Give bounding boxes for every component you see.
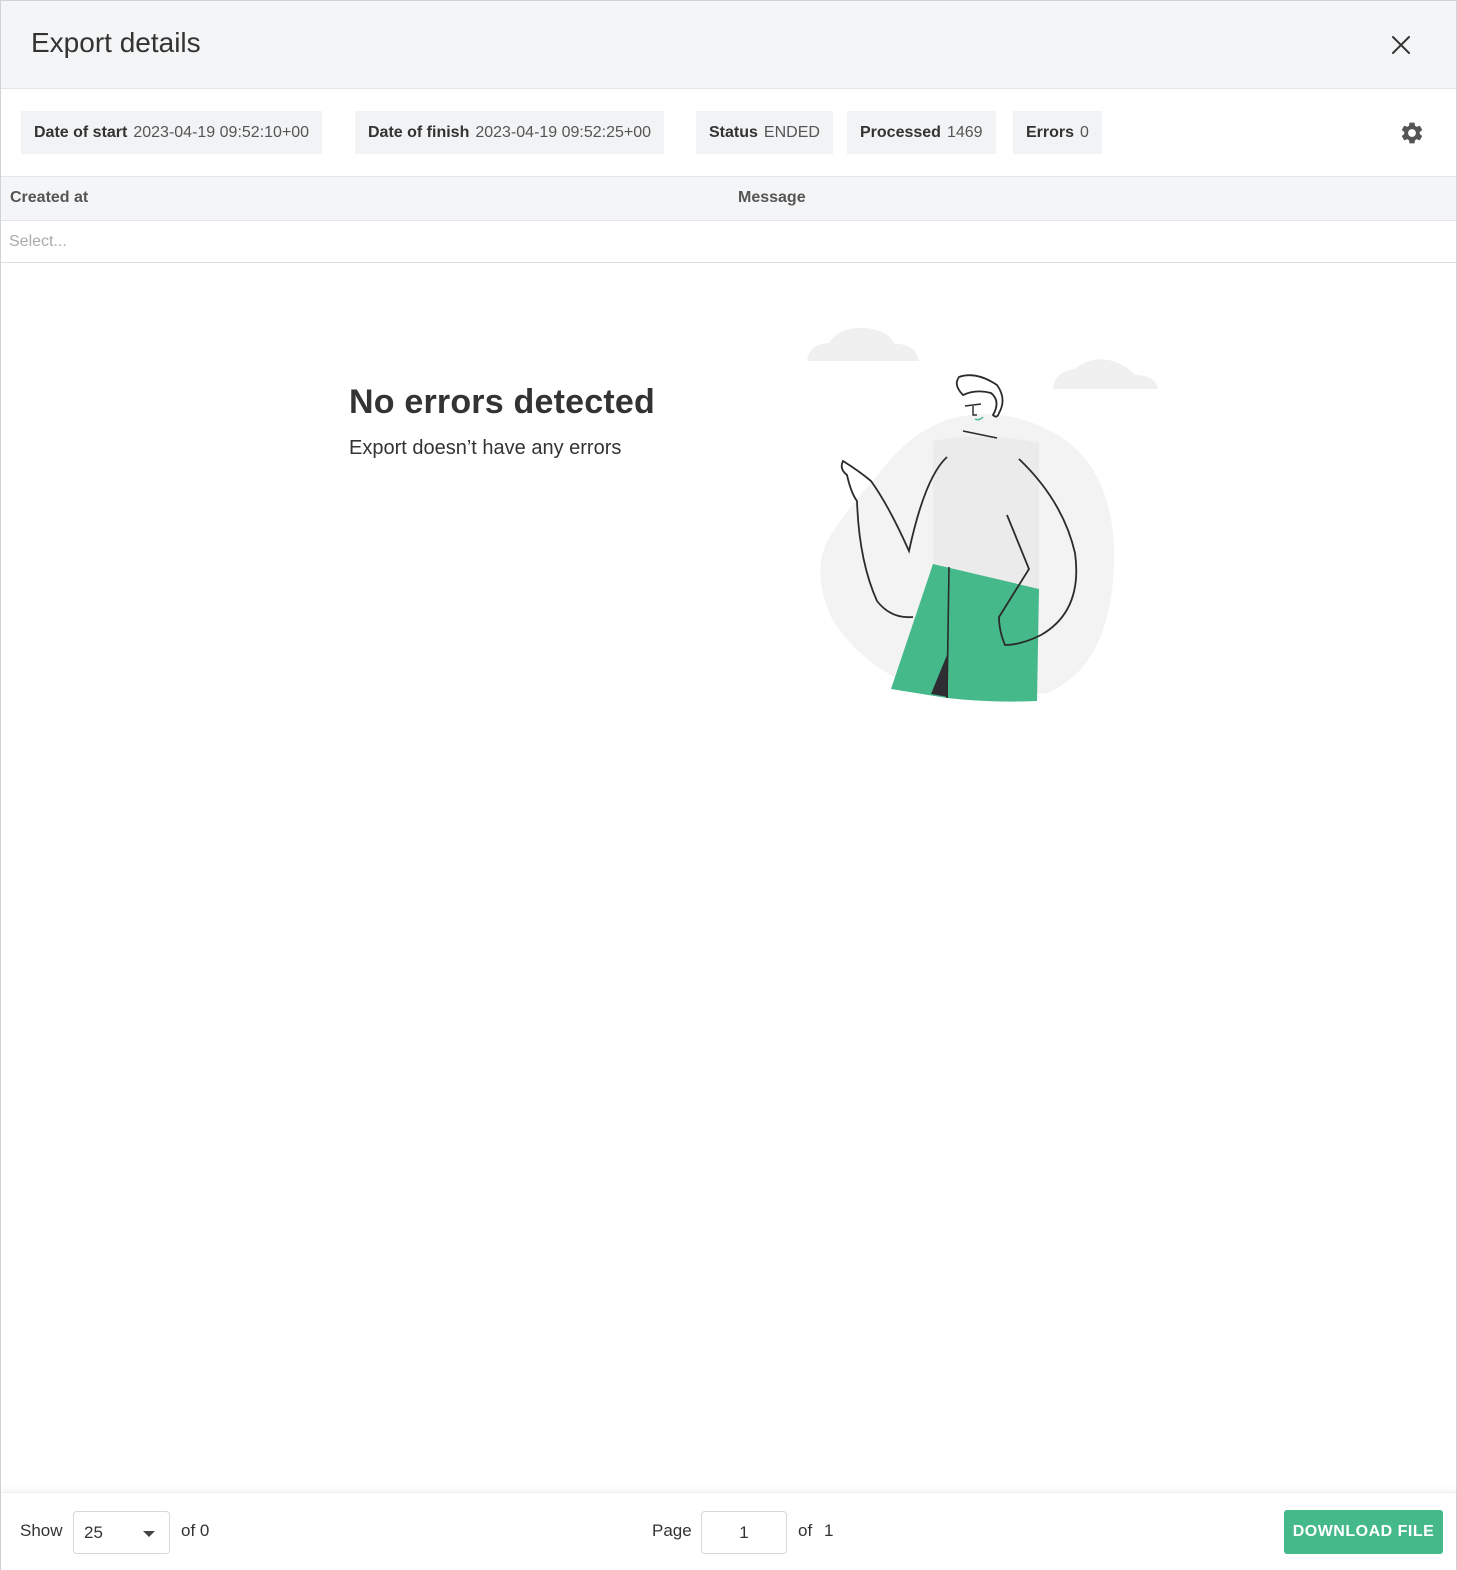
stat-value: 2023-04-19 09:52:25+00 [475, 123, 652, 141]
settings-button[interactable] [1396, 117, 1428, 149]
stat-label: Errors [1026, 123, 1075, 141]
stat-date-of-start: Date of start 2023-04-19 09:52:10+00 [21, 111, 323, 154]
stat-processed: Processed 1469 [847, 111, 996, 154]
stat-label: Date of finish [368, 123, 470, 141]
export-stats-bar: Date of start 2023-04-19 09:52:10+00 Dat… [1, 89, 1456, 176]
stat-label: Processed [860, 123, 941, 141]
total-count-label: of 0 [181, 1521, 210, 1540]
empty-state-subtitle: Export doesn’t have any errors [349, 437, 622, 459]
column-header-message[interactable]: Message [738, 189, 806, 207]
page-size-value: 25 [84, 1522, 103, 1542]
empty-state-illustration [807, 327, 1158, 702]
empty-state-title: No errors detected [349, 383, 655, 421]
stat-value: 0 [1080, 123, 1089, 141]
pagination-footer: Show 25 of 0 Page of 1 DOWNLOAD FILE [1, 1492, 1456, 1570]
face-brow [964, 403, 982, 407]
gear-icon [1401, 122, 1423, 144]
stat-value: 2023-04-19 09:52:10+00 [133, 123, 310, 141]
stat-value: 1469 [946, 123, 983, 141]
stat-date-of-finish: Date of finish 2023-04-19 09:52:25+00 [355, 111, 665, 154]
stat-label: Status [709, 123, 758, 141]
total-pages: 1 [824, 1521, 834, 1540]
stat-value: ENDED [763, 123, 820, 141]
stat-status: Status ENDED [696, 111, 833, 154]
export-details-modal: Export details Date of start 2023-04-19 … [0, 0, 1457, 1570]
page-of-label: of [798, 1521, 813, 1540]
stat-label: Date of start [34, 123, 128, 141]
stat-errors: Errors 0 [1013, 111, 1102, 154]
cloud-left [807, 327, 919, 361]
page-label: Page [652, 1521, 692, 1540]
column-header-created-at[interactable]: Created at [10, 189, 88, 207]
current-page-input[interactable] [701, 1511, 787, 1554]
modal-title: Export details [31, 27, 201, 58]
created-at-filter-select[interactable] [1, 221, 729, 262]
chevron-down-icon [143, 1531, 155, 1537]
modal-header: Export details [1, 1, 1456, 89]
face-nose [972, 406, 977, 416]
hair [955, 374, 1004, 418]
download-file-button[interactable]: DOWNLOAD FILE [1284, 1510, 1443, 1554]
show-label: Show [20, 1521, 63, 1540]
close-icon [1392, 36, 1410, 54]
cloud-right [1053, 359, 1158, 389]
close-button[interactable] [1384, 28, 1418, 62]
table-header: Created at Message [1, 176, 1456, 221]
table-filter-row [1, 221, 1456, 263]
page-size-select[interactable]: 25 [73, 1511, 170, 1554]
